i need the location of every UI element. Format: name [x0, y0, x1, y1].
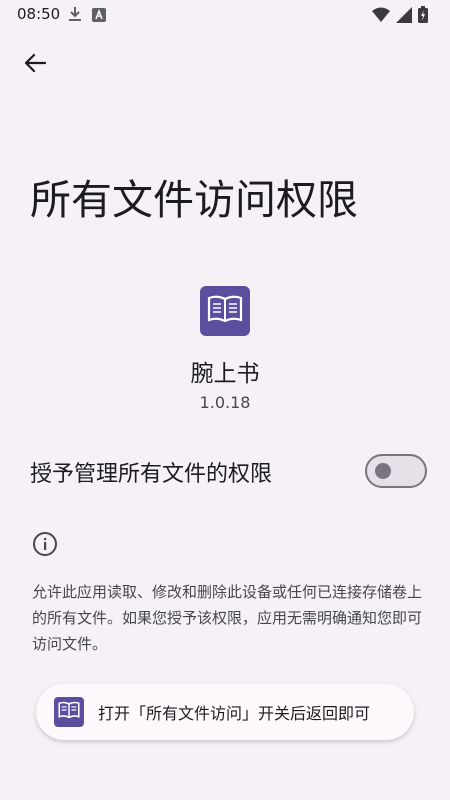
app-icon: [200, 286, 250, 336]
status-time: 08:50: [17, 5, 61, 23]
app-version: 1.0.18: [199, 393, 251, 412]
info-icon: [32, 531, 58, 557]
wifi-icon: [372, 7, 390, 27]
back-button[interactable]: [18, 48, 52, 82]
book-icon: [207, 295, 243, 327]
info-description: 允许此应用读取、修改和删除此设备或任何已连接存储卷上的所有文件。如果您授予该权限…: [32, 583, 423, 653]
permission-row[interactable]: 授予管理所有文件的权限: [30, 454, 430, 490]
download-icon: [68, 6, 82, 26]
status-system-icons: [372, 6, 428, 27]
toast-message: 打开「所有文件访问」开关后返回即可: [36, 684, 414, 740]
signal-icon: [396, 6, 412, 27]
toast-text: 打开「所有文件访问」开关后返回即可: [98, 704, 371, 723]
page-title: 所有文件访问权限: [30, 176, 358, 224]
arrow-back-icon: [24, 53, 47, 77]
status-notification-icons: [68, 6, 106, 26]
toast-app-icon: [54, 697, 84, 727]
battery-icon: [418, 6, 428, 27]
app-name: 腕上书: [190, 361, 260, 387]
permission-toggle[interactable]: [365, 454, 427, 488]
status-bar: 08:50: [0, 0, 450, 30]
toggle-knob: [375, 463, 391, 479]
book-icon: [58, 701, 80, 723]
a-badge-icon: [92, 7, 106, 26]
permission-label: 授予管理所有文件的权限: [30, 462, 273, 487]
